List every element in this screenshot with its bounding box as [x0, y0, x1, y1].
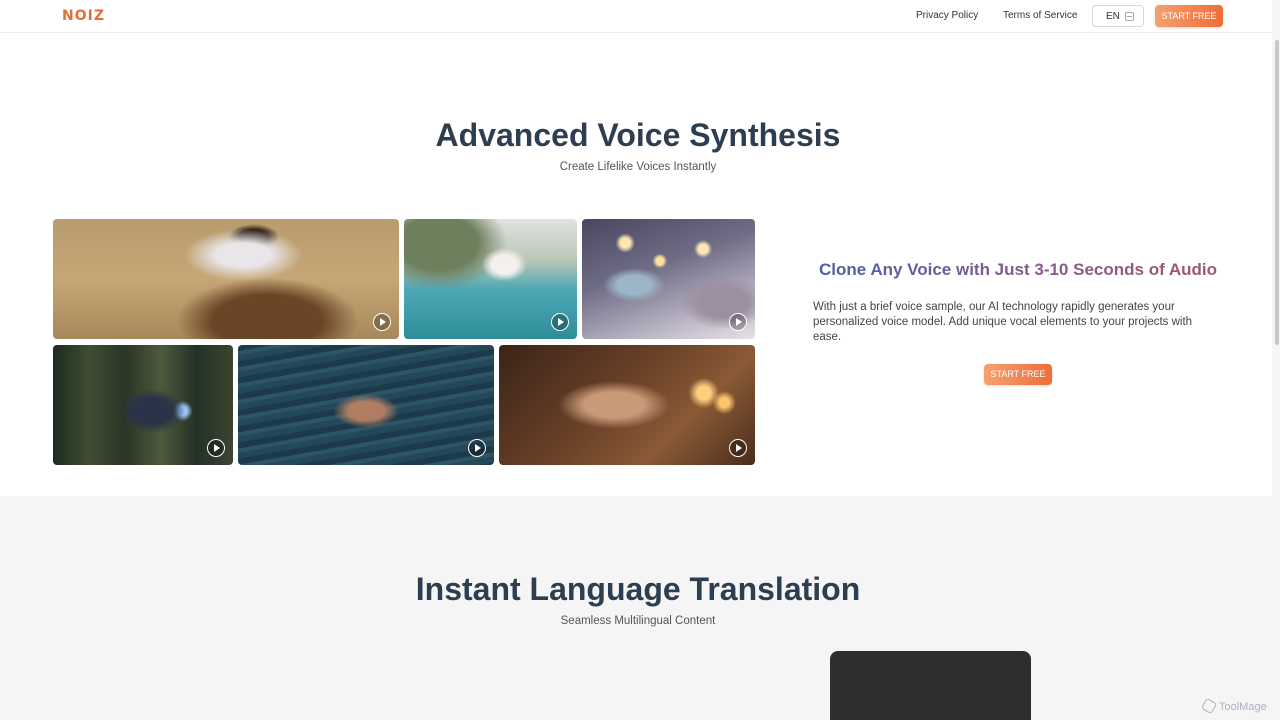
language-icon: [1125, 12, 1134, 21]
nav-terms-of-service[interactable]: Terms of Service: [1003, 10, 1077, 21]
video-tile-6[interactable]: [499, 345, 755, 465]
noiz-logo[interactable]: NOIZ: [62, 8, 105, 24]
play-icon[interactable]: [207, 439, 225, 457]
video-tile-3[interactable]: [582, 219, 755, 339]
play-icon[interactable]: [729, 439, 747, 457]
header-start-free-button[interactable]: START FREE: [1155, 5, 1223, 27]
site-header: NOIZ Privacy Policy Terms of Service EN …: [0, 0, 1272, 33]
watermark-label: ToolMage: [1219, 701, 1267, 713]
play-icon[interactable]: [729, 313, 747, 331]
language-selector[interactable]: EN: [1092, 5, 1144, 27]
scrollbar-thumb[interactable]: [1275, 40, 1279, 345]
clone-start-free-button[interactable]: START FREE: [984, 364, 1052, 385]
watermark: ToolMage: [1200, 697, 1267, 715]
translation-subtitle: Seamless Multilingual Content: [560, 615, 716, 627]
video-tile-4[interactable]: [53, 345, 233, 465]
clone-voice-title: Clone Any Voice with Just 3-10 Seconds o…: [813, 260, 1223, 280]
translation-title: Instant Language Translation: [415, 571, 861, 607]
play-icon[interactable]: [551, 313, 569, 331]
video-tile-5[interactable]: [238, 345, 494, 465]
video-tile-1[interactable]: [53, 219, 399, 339]
video-tile-2[interactable]: [404, 219, 577, 339]
language-label: EN: [1106, 11, 1120, 22]
translation-preview-panel: [830, 651, 1031, 720]
toolmage-icon: [1200, 697, 1218, 715]
play-icon[interactable]: [468, 439, 486, 457]
nav-privacy-policy[interactable]: Privacy Policy: [916, 10, 978, 21]
translation-section: [0, 496, 1272, 720]
voice-synthesis-title: Advanced Voice Synthesis: [435, 117, 841, 153]
voice-synthesis-subtitle: Create Lifelike Voices Instantly: [559, 161, 717, 173]
play-icon[interactable]: [373, 313, 391, 331]
clone-voice-description: With just a brief voice sample, our AI t…: [813, 301, 1193, 343]
